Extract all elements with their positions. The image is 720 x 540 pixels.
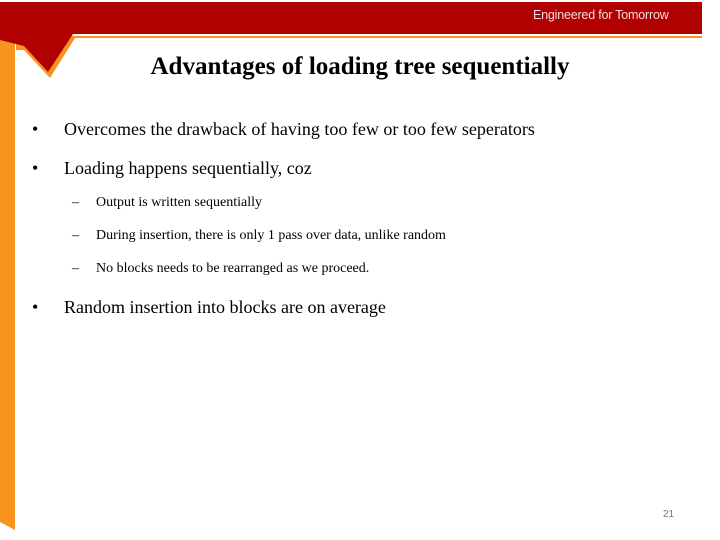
sub-bullet-marker: – [72, 228, 79, 243]
brand-tagline: Engineered for Tomorrow [533, 8, 669, 22]
bullet-marker: • [32, 158, 39, 178]
bullet-marker: • [32, 119, 39, 139]
page-number: 21 [663, 509, 675, 520]
bullet-text: Random insertion into blocks are on aver… [64, 297, 386, 317]
bullet-text: Loading happens sequentially, coz [64, 158, 312, 178]
header-bar-left-block [0, 2, 16, 40]
sub-bullet-text: Output is written sequentially [96, 195, 263, 210]
slide-title: Advantages of loading tree sequentially [150, 53, 570, 80]
sub-bullet-text: No blocks needs to be rearranged as we p… [96, 261, 370, 276]
sub-bullet-text: During insertion, there is only 1 pass o… [96, 228, 446, 243]
sub-bullet-marker: – [72, 261, 79, 276]
left-accent-bar [0, 40, 15, 530]
bullet-marker: • [32, 297, 39, 317]
sub-bullet-marker: – [72, 195, 79, 210]
bullet-text: Overcomes the drawback of having too few… [64, 119, 535, 139]
